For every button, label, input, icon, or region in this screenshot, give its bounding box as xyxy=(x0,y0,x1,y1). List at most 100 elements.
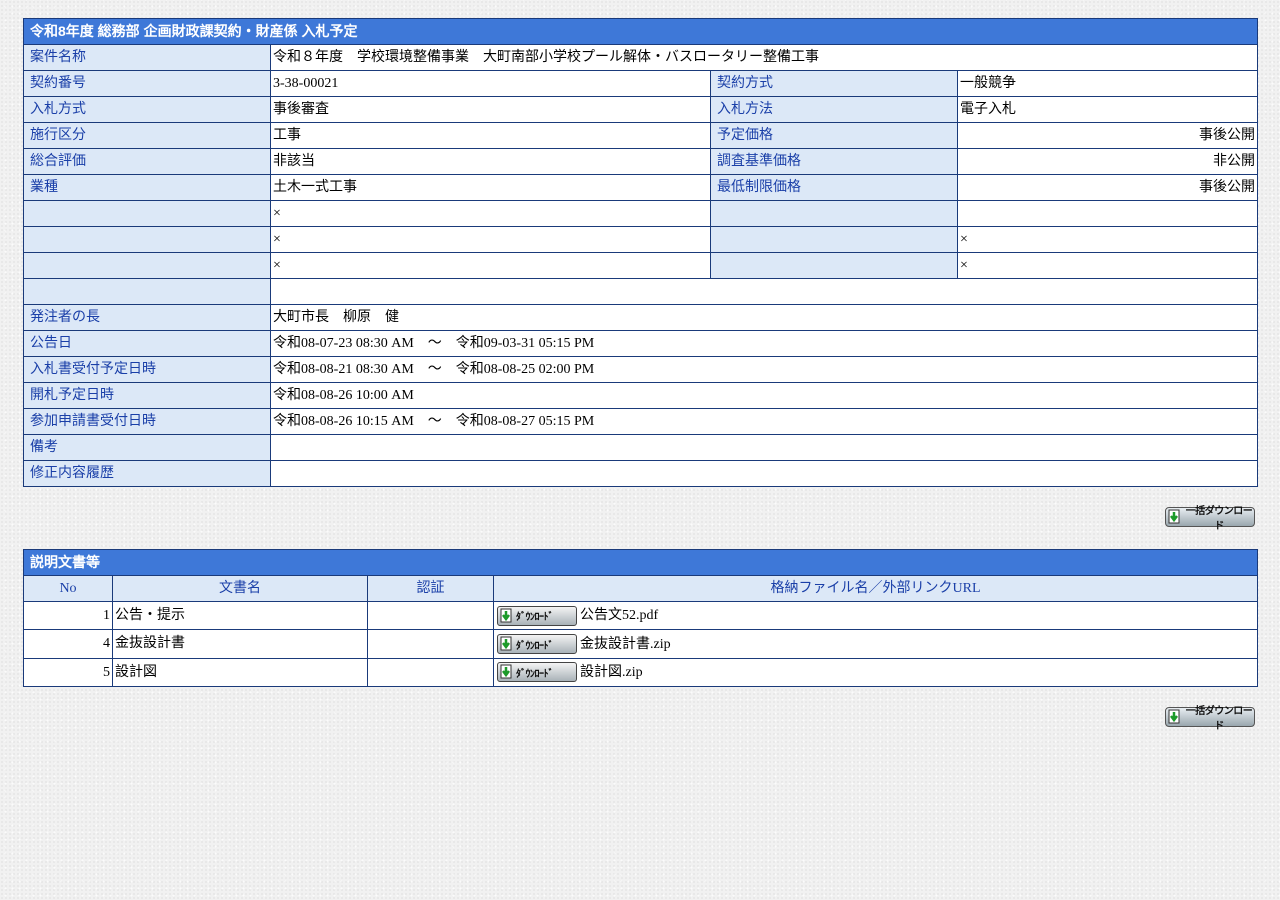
field-value: 非公開 xyxy=(956,148,1259,175)
field-value: 3-38-00021 xyxy=(270,70,711,97)
field-value: 電子入札 xyxy=(956,96,1259,123)
field-label: 総合評価 xyxy=(23,148,271,175)
field-value: 事後審査 xyxy=(270,96,711,123)
doc-auth xyxy=(367,600,494,631)
info-pair-row: 業種 土木一式工事 最低制限価格 事後公開 xyxy=(23,174,1259,201)
field-value xyxy=(269,460,1259,487)
field-value: 令和08-07-23 08:30 AM ～ 令和09-03-31 05:15 P… xyxy=(269,330,1259,357)
field-value: 非該当 xyxy=(270,148,711,175)
field-label xyxy=(23,226,271,253)
documents-table: 説明文書等 No 文書名 認証 格納ファイル名／外部リンクURL 1 公告・提示 ﾀ… xyxy=(23,549,1258,687)
field-value: × xyxy=(270,200,711,227)
field-value: 工事 xyxy=(270,122,711,149)
info-pair-row: 施行区分 工事 予定価格 事後公開 xyxy=(23,122,1259,149)
field-label: 施行区分 xyxy=(23,122,271,149)
download-button[interactable]: ﾀﾞｳﾝﾛｰﾄﾞ xyxy=(497,605,577,626)
field-label: 予定価格 xyxy=(710,122,958,149)
table-row: 4 金抜設計書 ﾀﾞｳﾝﾛｰﾄﾞ 金抜設計書.zip xyxy=(23,629,1258,659)
field-label xyxy=(710,200,958,227)
project-name-value: 令和８年度 学校環境整備事業 大町南部小学校プール解体・バスロータリー整備工事 xyxy=(269,44,1259,71)
field-value: × xyxy=(270,226,711,253)
info-full-row: 修正内容履歴 xyxy=(23,460,1259,487)
field-label: 入札書受付予定日時 xyxy=(23,356,271,383)
field-label: 参加申請書受付日時 xyxy=(23,408,271,435)
download-icon xyxy=(1168,709,1182,725)
page-title: 令和8年度 総務部 企画財政課契約・財産係 入札予定 xyxy=(22,18,1259,45)
download-icon xyxy=(500,664,514,680)
field-label xyxy=(23,278,271,305)
doc-auth xyxy=(367,629,494,659)
doc-name: 設計図 xyxy=(112,657,368,687)
field-value: × xyxy=(956,252,1259,279)
info-full-row: 備考 xyxy=(23,434,1259,461)
field-value: 令和08-08-26 10:00 AM xyxy=(269,382,1259,409)
field-label xyxy=(710,226,958,253)
doc-name: 公告・提示 xyxy=(112,600,368,631)
field-value xyxy=(269,434,1259,461)
bulk-download-button-bottom[interactable]: 一括ダウンロード xyxy=(1165,706,1255,732)
field-value: 令和08-08-21 08:30 AM ～ 令和08-08-25 02:00 P… xyxy=(269,356,1259,383)
bid-info-table: 令和8年度 総務部 企画財政課契約・財産係 入札予定 案件名称 令和８年度 学校… xyxy=(22,18,1259,487)
info-pair-row: × × xyxy=(23,226,1259,253)
column-header-file: 格納ファイル名／外部リンクURL xyxy=(493,575,1258,602)
info-full-row: 入札書受付予定日時 令和08-08-21 08:30 AM ～ 令和08-08-2… xyxy=(23,356,1259,383)
field-label xyxy=(710,252,958,279)
bulk-download-button-top[interactable]: 一括ダウンロード xyxy=(1165,506,1255,532)
file-name: 設計図.zip xyxy=(580,664,643,680)
doc-no: 5 xyxy=(23,657,113,687)
field-label: 調査基準価格 xyxy=(710,148,958,175)
doc-file-cell: ﾀﾞｳﾝﾛｰﾄﾞ 金抜設計書.zip xyxy=(493,629,1258,659)
field-value: 土木一式工事 xyxy=(270,174,711,201)
download-icon xyxy=(1168,509,1182,525)
column-header-doc-name: 文書名 xyxy=(112,575,368,602)
doc-auth xyxy=(367,657,494,687)
doc-file-cell: ﾀﾞｳﾝﾛｰﾄﾞ 設計図.zip xyxy=(493,657,1258,687)
file-name: 公告文52.pdf xyxy=(580,608,659,624)
bulk-download-area-top: 一括ダウンロード xyxy=(23,487,1257,549)
download-icon xyxy=(500,608,514,624)
table-row: 1 公告・提示 ﾀﾞｳﾝﾛｰﾄﾞ 公告文52.pdf xyxy=(23,600,1258,631)
bulk-download-area-bottom: 一括ダウンロード xyxy=(23,687,1257,737)
info-pair-row: × × xyxy=(23,252,1259,279)
field-value xyxy=(269,278,1259,305)
field-label: 発注者の長 xyxy=(23,304,271,331)
info-full-row: 参加申請書受付日時 令和08-08-26 10:15 AM ～ 令和08-08-2… xyxy=(23,408,1259,435)
field-label xyxy=(23,200,271,227)
field-label: 修正内容履歴 xyxy=(23,460,271,487)
field-label: 開札予定日時 xyxy=(23,382,271,409)
field-value: × xyxy=(270,252,711,279)
project-name-label: 案件名称 xyxy=(23,44,271,71)
field-label: 契約方式 xyxy=(710,70,958,97)
info-pair-row: 総合評価 非該当 調査基準価格 非公開 xyxy=(23,148,1259,175)
column-header-no: No xyxy=(23,575,113,602)
info-full-row: 発注者の長 大町市長 柳原 健 xyxy=(23,304,1259,331)
info-full-row xyxy=(23,278,1259,305)
download-button[interactable]: ﾀﾞｳﾝﾛｰﾄﾞ xyxy=(497,634,577,655)
table-row: 5 設計図 ﾀﾞｳﾝﾛｰﾄﾞ 設計図.zip xyxy=(23,657,1258,687)
field-value: 事後公開 xyxy=(956,174,1259,201)
field-value: 一般競争 xyxy=(956,70,1259,97)
doc-name: 金抜設計書 xyxy=(112,629,368,659)
field-value xyxy=(956,200,1259,227)
field-value: 大町市長 柳原 健 xyxy=(269,304,1259,331)
field-value: 令和08-08-26 10:15 AM ～ 令和08-08-27 05:15 P… xyxy=(269,408,1259,435)
info-pair-row: 入札方式 事後審査 入札方法 電子入札 xyxy=(23,96,1259,123)
column-header-auth: 認証 xyxy=(367,575,494,602)
field-label: 備考 xyxy=(23,434,271,461)
field-label: 入札方式 xyxy=(23,96,271,123)
info-pair-row: × xyxy=(23,200,1259,227)
info-pair-row: 契約番号 3-38-00021 契約方式 一般競争 xyxy=(23,70,1259,97)
field-value: 事後公開 xyxy=(956,122,1259,149)
doc-no: 4 xyxy=(23,629,113,659)
documents-title: 説明文書等 xyxy=(23,549,1258,576)
doc-file-cell: ﾀﾞｳﾝﾛｰﾄﾞ 公告文52.pdf xyxy=(493,600,1258,631)
download-icon xyxy=(500,636,514,652)
field-label: 業種 xyxy=(23,174,271,201)
download-button[interactable]: ﾀﾞｳﾝﾛｰﾄﾞ xyxy=(497,662,577,683)
field-label: 入札方法 xyxy=(710,96,958,123)
field-value: × xyxy=(956,226,1259,253)
field-label xyxy=(23,252,271,279)
field-label: 最低制限価格 xyxy=(710,174,958,201)
file-name: 金抜設計書.zip xyxy=(580,636,671,652)
doc-no: 1 xyxy=(23,600,113,631)
